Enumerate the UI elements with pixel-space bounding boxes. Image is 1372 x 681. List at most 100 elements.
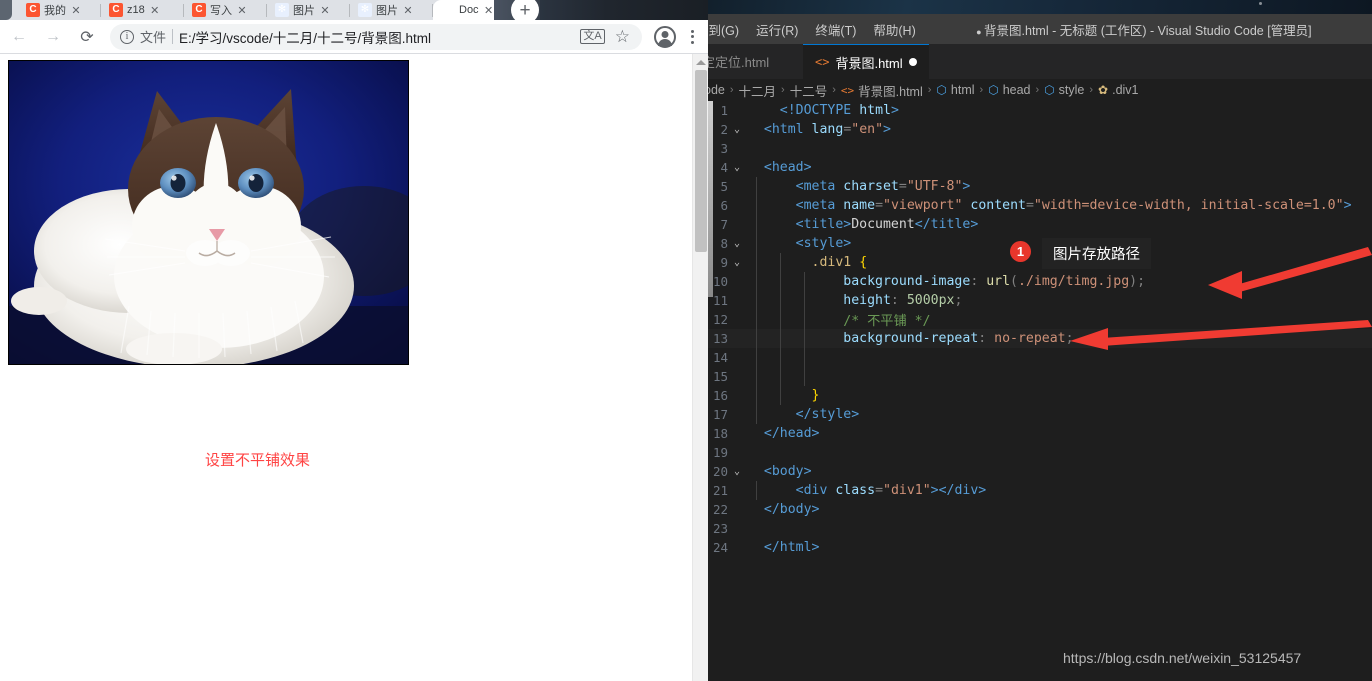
code-line-21[interactable]: 21 <div class="div1"></div> <box>708 481 1372 500</box>
close-icon[interactable]: ✕ <box>319 4 331 17</box>
breadcrumb-item-6[interactable]: ⬡ style <box>1044 83 1084 97</box>
indent-guide <box>756 272 757 291</box>
close-icon[interactable]: ✕ <box>149 4 161 17</box>
code-line-5[interactable]: 5 <meta charset="UTF-8"> <box>708 177 1372 196</box>
address-bar[interactable]: i 文件 E:/学习/vscode/十二月/十二号/背景图.html 文A ☆ <box>110 23 642 50</box>
menu-item-1[interactable]: 运行(R) <box>756 20 798 39</box>
editor-scrollbar-thumb[interactable] <box>708 101 713 297</box>
translate-icon[interactable]: 文A <box>580 29 605 44</box>
code-line-13[interactable]: 13 background-repeat: no-repeat; <box>708 329 1372 348</box>
breadcrumb-label: 十二号 <box>789 84 828 99</box>
code-line-12[interactable]: 12 /* 不平铺 */ <box>708 310 1372 329</box>
code-line-2[interactable]: 2 ⌄ <html lang="en"> <box>708 120 1372 139</box>
editor-tab-dirty-dot-icon[interactable] <box>908 58 917 66</box>
browser-tab-0[interactable]: C 我的 ✕ <box>18 0 101 20</box>
code-token: <meta <box>795 179 836 194</box>
code-line-8[interactable]: 8 ⌄ <style> <box>708 234 1372 253</box>
fold-chevron-icon[interactable]: ⌄ <box>730 120 744 139</box>
code-line-11[interactable]: 11 height: 5000px; <box>708 291 1372 310</box>
code-line-10[interactable]: 10 background-image: url(./img/timg.jpg)… <box>708 272 1372 291</box>
editor-tab-1[interactable]: <> 背景图.html <box>803 44 929 79</box>
close-icon[interactable]: ✕ <box>236 4 248 17</box>
page-info-icon[interactable]: i <box>120 29 134 44</box>
chrome-menu-icon[interactable] <box>682 25 702 49</box>
close-icon[interactable]: ✕ <box>70 4 82 17</box>
code-text: background-repeat: no-repeat; <box>708 331 1073 346</box>
chrome-browser-window: C 我的 ✕ Cz18 ✕ C 写入 ✕ ✻ 图片 ✕ ✻ 图片 ✕ ◔ Doc ✕ + ← → ⟳ i 文件 … <box>0 0 708 681</box>
menu-item-3[interactable]: 帮助(H) <box>873 20 915 39</box>
scrollbar-thumb[interactable] <box>695 70 707 252</box>
editor-tab-0[interactable]: 定定位.html <box>708 44 803 79</box>
code-line-7[interactable]: 7 <title>Document</title> <box>708 215 1372 234</box>
indent-guide <box>756 196 757 215</box>
fold-chevron-icon[interactable]: ⌄ <box>730 158 744 177</box>
code-line-22[interactable]: 22 </body> <box>708 500 1372 519</box>
code-line-20[interactable]: 20 ⌄ <body> <box>708 462 1372 481</box>
code-token: url <box>986 274 1011 289</box>
code-line-14[interactable]: 14 <box>708 348 1372 367</box>
breadcrumb-item-5[interactable]: ⬡ head <box>988 83 1030 97</box>
code-token: ( <box>1010 274 1018 289</box>
code-line-3[interactable]: 3 <box>708 139 1372 158</box>
fold-chevron-icon[interactable]: ⌄ <box>730 462 744 481</box>
code-token: > <box>930 483 939 498</box>
code-line-24[interactable]: 24 </html> <box>708 538 1372 557</box>
breadcrumb-item-4[interactable]: ⬡ html <box>936 83 974 97</box>
fold-chevron-icon[interactable]: ⌄ <box>730 253 744 272</box>
code-token: no-repeat <box>994 331 1066 346</box>
code-token: = <box>875 198 884 213</box>
editor-scrollbar[interactable] <box>708 101 713 681</box>
close-icon[interactable]: ✕ <box>402 4 414 17</box>
title-text: 背景图.html - 无标题 (工作区) - Visual Studio Cod… <box>984 23 1312 38</box>
breadcrumb-item-3[interactable]: <> 背景图.html <box>841 81 923 100</box>
breadcrumb-item-2[interactable]: 十二号 <box>790 81 828 100</box>
dom-node-icon: ⬡ <box>936 83 947 97</box>
code-editor[interactable]: 1 <!DOCTYPE html> 2 ⌄ <html lang="en"> 3 4 ⌄ … <box>708 101 1372 681</box>
forward-button[interactable]: → <box>38 22 68 52</box>
browser-tab-2[interactable]: C 写入 ✕ <box>184 0 267 20</box>
code-line-16[interactable]: 16 } <box>708 386 1372 405</box>
profile-avatar[interactable] <box>654 25 676 48</box>
code-line-6[interactable]: 6 <meta name="viewport" content="width=d… <box>708 196 1372 215</box>
back-button[interactable]: ← <box>4 22 34 52</box>
code-line-18[interactable]: 18 </head> <box>708 424 1372 443</box>
code-line-23[interactable]: 23 <box>708 519 1372 538</box>
menu-item-2[interactable]: 终端(T) <box>815 20 856 39</box>
tabstrip-left-nub <box>0 0 12 20</box>
menu-item-0[interactable]: 转到(G) <box>708 20 739 39</box>
code-token: background-image <box>843 274 971 289</box>
browser-tab-label: 写入 <box>210 5 232 17</box>
scrollbar-up-arrow-icon[interactable] <box>696 60 706 65</box>
url-text[interactable]: E:/学习/vscode/十二月/十二号/背景图.html <box>179 27 574 47</box>
breadcrumb-item-7[interactable]: ✿ .div1 <box>1098 83 1138 97</box>
reload-button[interactable]: ⟳ <box>72 22 102 52</box>
browser-scrollbar[interactable] <box>692 54 708 681</box>
code-line-15[interactable]: 15 <box>708 367 1372 386</box>
code-line-9[interactable]: 9 ⌄ .div1 { <box>708 253 1372 272</box>
browser-tab-3[interactable]: ✻ 图片 ✕ <box>267 0 350 20</box>
code-token: = <box>898 179 907 194</box>
bookmark-star-icon[interactable]: ☆ <box>615 27 630 47</box>
close-icon[interactable]: ✕ <box>483 4 495 17</box>
browser-tab-4[interactable]: ✻ 图片 ✕ <box>350 0 433 20</box>
code-token: 5000px <box>906 293 955 308</box>
browser-tab-1[interactable]: Cz18 ✕ <box>101 0 184 20</box>
code-token: </html> <box>763 540 820 555</box>
indent-guide <box>780 272 781 291</box>
code-line-19[interactable]: 19 <box>708 443 1372 462</box>
code-line-4[interactable]: 4 ⌄ <head> <box>708 158 1372 177</box>
fold-chevron-icon[interactable]: ⌄ <box>730 234 744 253</box>
dom-node-icon: ⬡ <box>1044 83 1055 97</box>
code-line-17[interactable]: 17 </style> <box>708 405 1372 424</box>
breadcrumb-item-0[interactable]: ode <box>708 83 725 97</box>
code-line-1[interactable]: 1 <!DOCTYPE html> <box>708 101 1372 120</box>
breadcrumb-item-1[interactable]: 十二月 <box>739 81 777 100</box>
browser-tab-label: Doc <box>459 4 479 16</box>
